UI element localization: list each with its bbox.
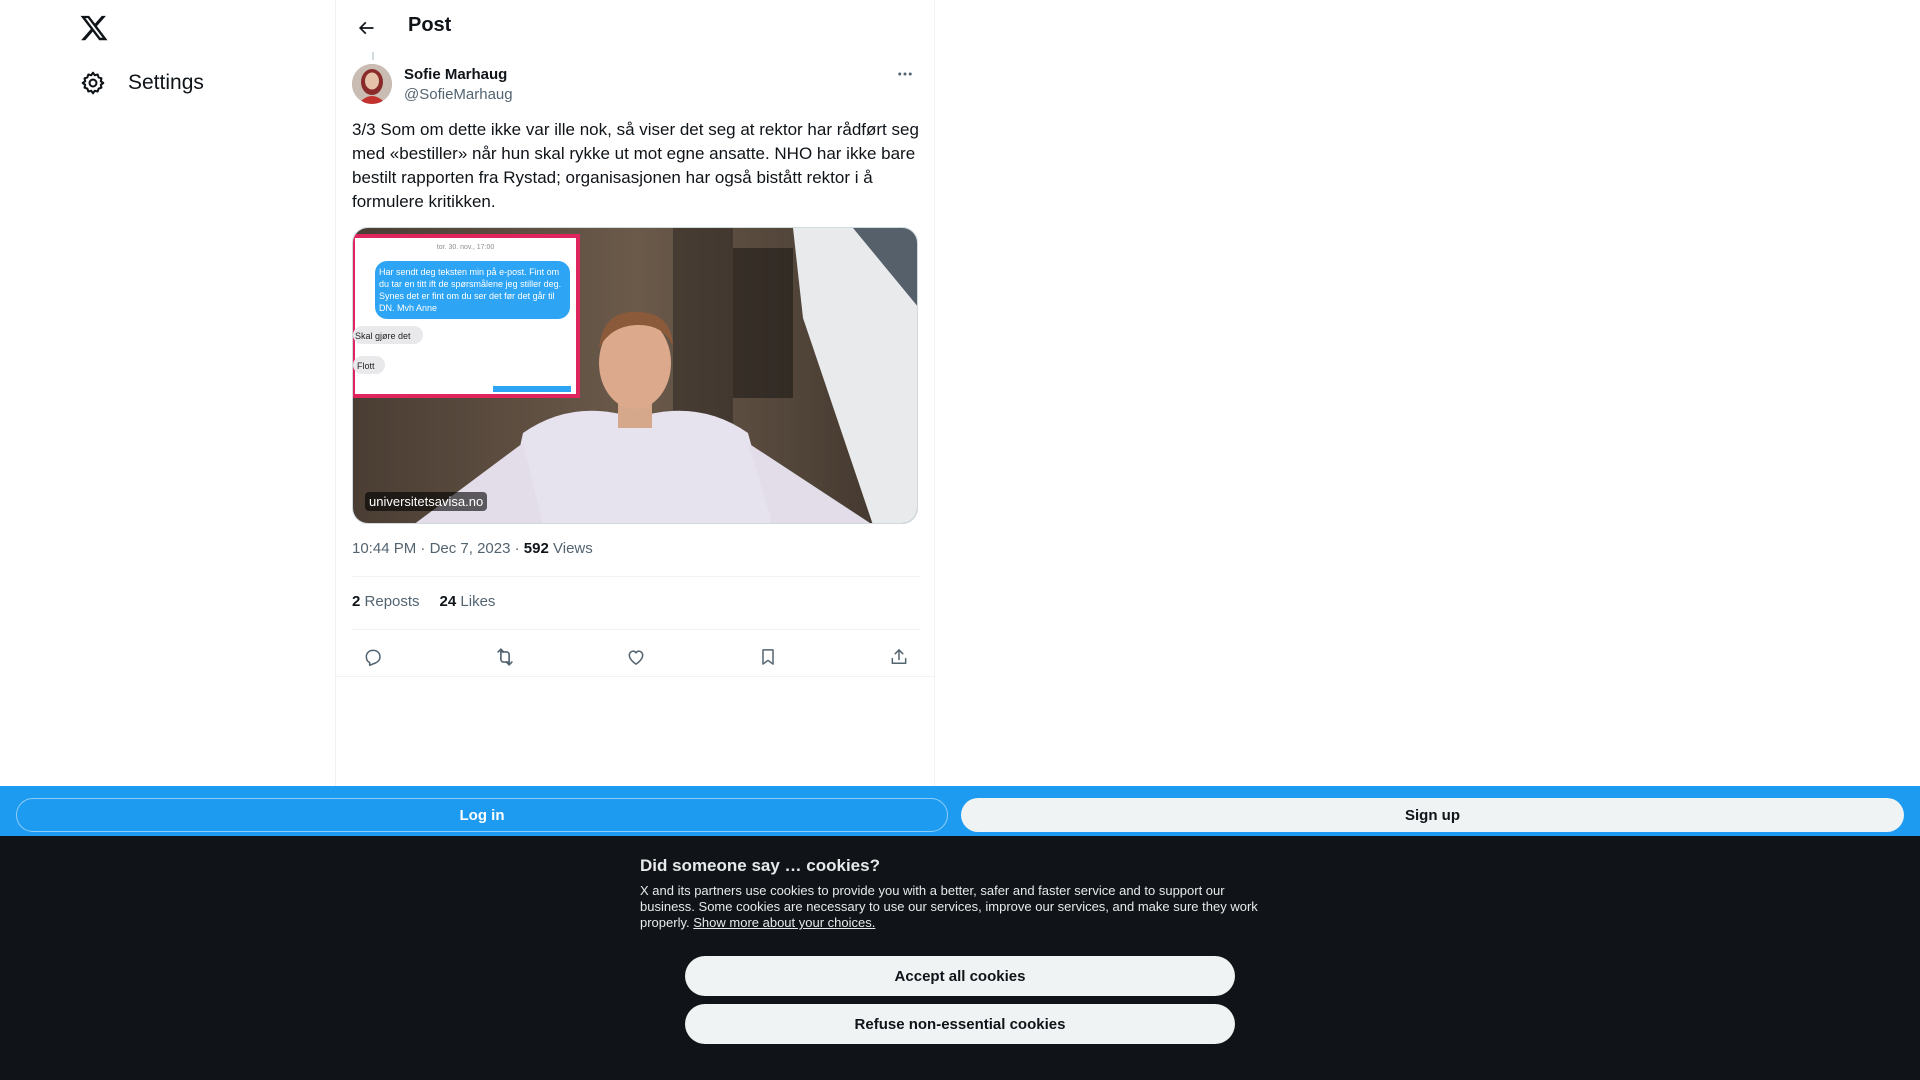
- author-name[interactable]: Sofie Marhaug: [404, 65, 513, 85]
- tweet-media[interactable]: tor. 30. nov., 17:00 Har sendt deg tekst…: [352, 227, 918, 524]
- views-count: 592: [523, 540, 549, 557]
- likes-count: 24: [439, 593, 457, 610]
- cookie-title: Did someone say … cookies?: [640, 856, 880, 875]
- thread-line: [372, 52, 374, 60]
- likes-stat[interactable]: 24 Likes: [440, 593, 496, 610]
- sms-reply-2: Flott: [357, 361, 375, 371]
- repost-button[interactable]: [488, 640, 522, 674]
- cookie-more-link[interactable]: Show more about your choices.: [693, 915, 875, 930]
- heart-icon: [628, 650, 644, 665]
- author-block: Sofie Marhaug @SofieMarhaug: [404, 65, 513, 105]
- tweet-actions: [352, 640, 920, 674]
- nav-settings[interactable]: Settings: [66, 63, 220, 103]
- main-column: Post Sofie Marhaug @SofieMarhaug 3/3 Som…: [335, 0, 935, 786]
- sms-bubble: Har sendt deg teksten min på e-post. Fin…: [379, 267, 562, 313]
- arrow-left-icon: [358, 21, 374, 35]
- avatar[interactable]: [352, 64, 392, 104]
- divider: [352, 629, 920, 630]
- signup-button[interactable]: Sign up: [961, 798, 1904, 832]
- left-nav: Settings: [0, 0, 335, 786]
- tweet-stats: 2 Reposts 24 Likes: [352, 593, 495, 610]
- sms-screenshot: [353, 234, 580, 398]
- post-header: Post: [336, 0, 934, 53]
- login-button[interactable]: Log in: [16, 798, 948, 832]
- refuse-cookies-button[interactable]: Refuse non-essential cookies: [685, 1004, 1235, 1044]
- sms-date: tor. 30. nov., 17:00: [436, 244, 495, 251]
- sms-reply-1: Skal gjøre det: [355, 331, 411, 341]
- author-handle[interactable]: @SofieMarhaug: [404, 85, 513, 105]
- cookie-body: X and its partners use cookies to provid…: [640, 883, 1280, 931]
- reposts-stat[interactable]: 2 Reposts: [352, 593, 420, 610]
- back-button[interactable]: [348, 10, 384, 46]
- sms-overlay: tor. 30. nov., 17:00 Har sendt deg tekst…: [353, 236, 578, 371]
- gear-icon: [66, 70, 120, 96]
- page-title: Post: [408, 14, 452, 36]
- login-bar: Log in Sign up: [0, 786, 1920, 836]
- divider: [352, 576, 920, 577]
- like-button[interactable]: [619, 640, 653, 674]
- cookie-banner: Did someone say … cookies? X and its par…: [0, 836, 1920, 1080]
- tweet-date[interactable]: Dec 7, 2023: [430, 540, 511, 557]
- tweet-text: 3/3 Som om dette ikke var ille nok, så v…: [352, 120, 919, 211]
- x-logo-icon[interactable]: [79, 13, 109, 43]
- divider: [336, 676, 934, 677]
- bookmark-icon: [761, 649, 774, 665]
- share-icon: [891, 649, 907, 664]
- media-source-label: universitetsavisa.no: [365, 492, 488, 511]
- likes-label: Likes: [460, 593, 496, 610]
- reply-button[interactable]: [356, 640, 390, 674]
- tweet-meta: 10:44 PM · Dec 7, 2023 · 592 Views: [352, 540, 593, 557]
- more-options-button[interactable]: [890, 62, 920, 86]
- views-label: Views: [553, 540, 593, 557]
- share-button[interactable]: [882, 640, 916, 674]
- more-dots-icon: [898, 72, 912, 76]
- repost-icon: [496, 648, 513, 666]
- bookmark-button[interactable]: [751, 640, 785, 674]
- tweet-time[interactable]: 10:44 PM: [352, 540, 416, 557]
- nav-settings-label: Settings: [128, 71, 204, 94]
- accept-cookies-button[interactable]: Accept all cookies: [685, 956, 1235, 996]
- reply-icon: [365, 649, 381, 666]
- reposts-label: Reposts: [364, 593, 420, 610]
- reposts-count: 2: [352, 593, 361, 610]
